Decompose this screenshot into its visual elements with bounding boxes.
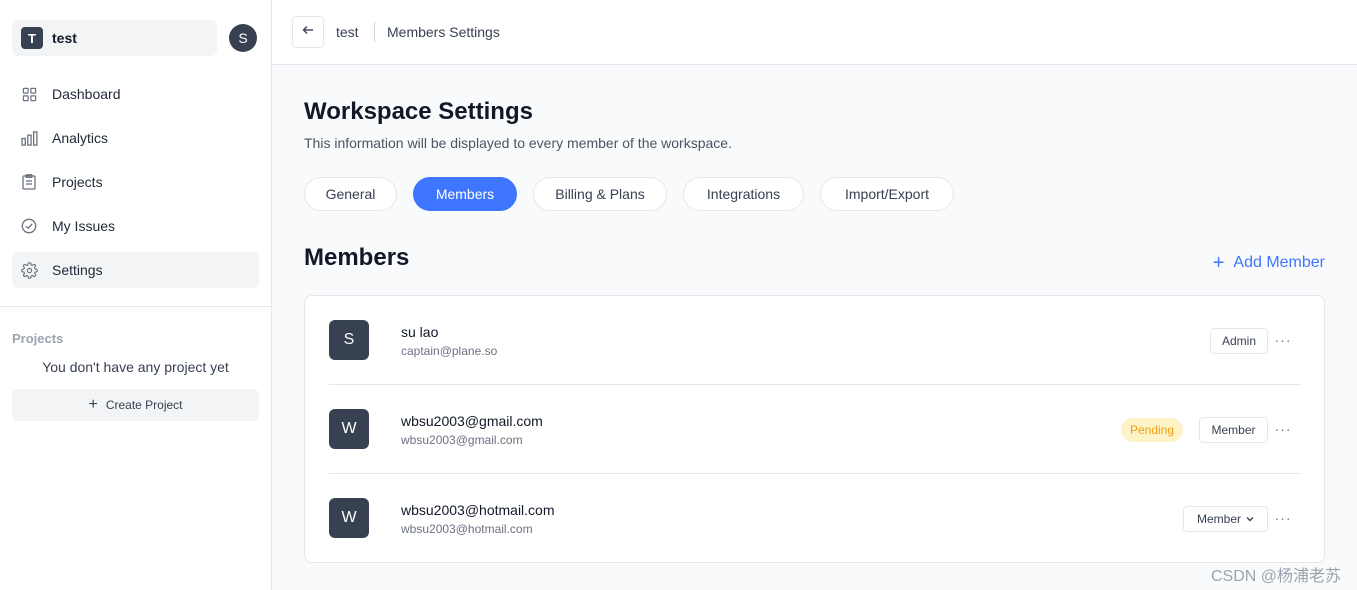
more-options-icon[interactable]: ··· bbox=[1273, 419, 1293, 439]
projects-empty-text: You don't have any project yet bbox=[42, 359, 229, 375]
add-member-label: Add Member bbox=[1233, 254, 1325, 271]
member-email: captain@plane.so bbox=[401, 344, 498, 358]
user-avatar[interactable]: S bbox=[229, 24, 257, 52]
tab-integrations[interactable]: Integrations bbox=[683, 177, 804, 211]
sidebar-divider bbox=[0, 306, 271, 307]
breadcrumb-workspace[interactable]: test bbox=[336, 24, 359, 40]
chevron-down-icon bbox=[1246, 514, 1254, 524]
sidebar: T test S Dashboard Analytics Projects My… bbox=[0, 0, 272, 590]
member-name: wbsu2003@hotmail.com bbox=[401, 502, 555, 518]
top-header: test Members Settings bbox=[272, 0, 1357, 65]
gear-icon bbox=[20, 261, 38, 279]
workspace-badge: T bbox=[21, 27, 43, 49]
member-role-button[interactable]: Member bbox=[1199, 417, 1268, 443]
member-avatar: S bbox=[329, 320, 369, 360]
sidebar-item-my-issues[interactable]: My Issues bbox=[12, 208, 259, 244]
grid-icon bbox=[20, 85, 38, 103]
member-role-label: Member bbox=[1196, 512, 1241, 526]
sidebar-item-settings[interactable]: Settings bbox=[12, 252, 259, 288]
check-circle-icon bbox=[20, 217, 38, 235]
member-row: S su lao captain@plane.so Admin ··· bbox=[329, 296, 1301, 385]
member-avatar: W bbox=[329, 498, 369, 538]
page-title: Workspace Settings bbox=[304, 98, 533, 125]
workspace-switcher[interactable]: T test bbox=[12, 20, 217, 56]
back-button[interactable] bbox=[292, 16, 324, 48]
workspace-name: test bbox=[52, 30, 77, 46]
tab-general[interactable]: General bbox=[304, 177, 397, 211]
member-name: su lao bbox=[401, 324, 439, 340]
arrow-left-icon bbox=[302, 23, 314, 41]
more-options-icon[interactable]: ··· bbox=[1273, 330, 1293, 350]
sidebar-item-dashboard[interactable]: Dashboard bbox=[12, 76, 259, 112]
add-member-button[interactable]: + Add Member bbox=[1213, 253, 1325, 273]
member-role-dropdown[interactable]: Member bbox=[1183, 506, 1268, 532]
member-role-button[interactable]: Admin bbox=[1210, 328, 1268, 354]
sidebar-item-label: Projects bbox=[52, 174, 103, 190]
sidebar-item-label: Settings bbox=[52, 262, 103, 278]
member-email: wbsu2003@gmail.com bbox=[401, 433, 523, 447]
tab-import-export[interactable]: Import/Export bbox=[820, 177, 954, 211]
pending-badge: Pending bbox=[1121, 418, 1183, 442]
member-email: wbsu2003@hotmail.com bbox=[401, 522, 533, 536]
watermark: CSDN @杨浦老苏 bbox=[1210, 568, 1341, 585]
members-list: S su lao captain@plane.so Admin ··· W wb… bbox=[304, 295, 1325, 563]
plus-icon: + bbox=[88, 396, 98, 413]
sidebar-item-analytics[interactable]: Analytics bbox=[12, 120, 259, 156]
projects-heading: Projects bbox=[12, 331, 64, 346]
breadcrumb-current-page: Members Settings bbox=[387, 24, 500, 40]
create-project-label: Create Project bbox=[105, 398, 183, 412]
clipboard-icon bbox=[20, 173, 38, 191]
members-section-title: Members bbox=[304, 244, 410, 271]
sidebar-nav: Dashboard Analytics Projects My Issues S… bbox=[12, 76, 259, 296]
bar-chart-icon bbox=[20, 129, 38, 147]
plus-icon: + bbox=[1212, 252, 1225, 274]
sidebar-item-label: Analytics bbox=[52, 130, 109, 146]
tab-billing-plans[interactable]: Billing & Plans bbox=[533, 177, 667, 211]
create-project-button[interactable]: + Create Project bbox=[12, 389, 259, 421]
page-subtitle: This information will be displayed to ev… bbox=[304, 135, 732, 151]
tab-members[interactable]: Members bbox=[413, 177, 517, 211]
sidebar-item-label: My Issues bbox=[52, 218, 116, 234]
member-row: W wbsu2003@hotmail.com wbsu2003@hotmail.… bbox=[329, 474, 1301, 563]
sidebar-item-projects[interactable]: Projects bbox=[12, 164, 259, 200]
breadcrumb-separator bbox=[374, 22, 375, 42]
member-avatar: W bbox=[329, 409, 369, 449]
member-row: W wbsu2003@gmail.com wbsu2003@gmail.com … bbox=[329, 385, 1301, 474]
sidebar-item-label: Dashboard bbox=[52, 86, 121, 102]
more-options-icon[interactable]: ··· bbox=[1273, 508, 1293, 528]
member-name: wbsu2003@gmail.com bbox=[401, 413, 543, 429]
